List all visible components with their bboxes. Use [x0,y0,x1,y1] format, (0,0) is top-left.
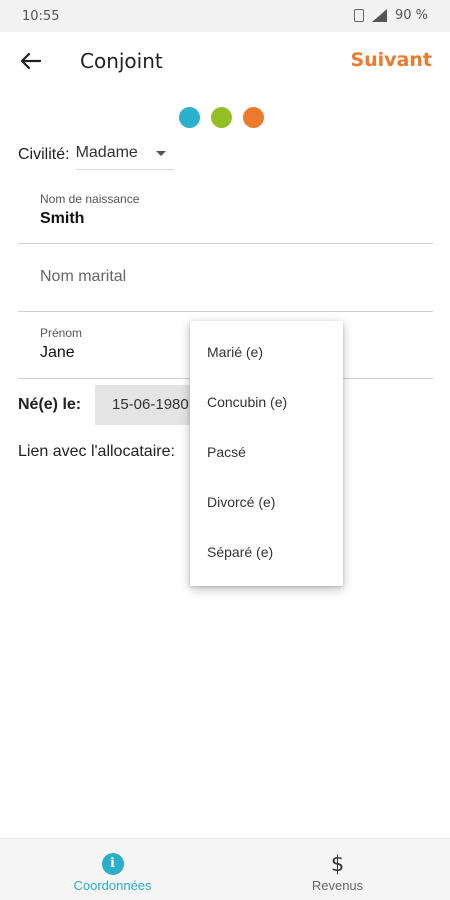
birth-name-field[interactable]: Nom de naissance Smith [18,180,433,244]
info-icon: i [101,853,124,875]
menu-item-pacs[interactable]: Pacsé [190,427,343,477]
birth-date-row: Né(e) le: 15-06-1980 [18,385,195,425]
battery-level: 90 % [394,8,428,23]
birth-date-label: Né(e) le: [18,396,82,413]
step-dot-2 [211,107,232,128]
birth-name-label: Nom de naissance [40,192,140,206]
civility-value: Madame [75,144,138,161]
dollar-icon: $ [330,852,345,876]
marital-name-placeholder: Nom marital [40,268,127,285]
relation-label: Lien avec l'allocataire: [18,443,175,460]
civility-label: Civilité: [18,146,70,163]
nav-item-coordonnees[interactable]: i Coordonnées [0,839,225,900]
page-title: Conjoint [80,49,163,73]
menu-item-divorced[interactable]: Divorcé (e) [190,477,343,527]
nav-item-revenus[interactable]: $ Revenus [225,839,450,900]
status-bar: 10:55 90 % [0,0,450,32]
marital-name-field[interactable]: Nom marital [18,244,433,312]
signal-icon [371,9,387,22]
status-time: 10:55 [22,9,60,24]
app-bar: Conjoint Suivant [0,32,450,88]
back-button[interactable] [14,44,48,78]
civility-select[interactable]: Madame [75,140,174,170]
step-dot-1 [179,107,200,128]
status-icons: 90 % [353,8,428,23]
bottom-nav: i Coordonnées $ Revenus [0,838,450,900]
first-name-label: Prénom [40,326,83,340]
menu-item-married[interactable]: Marié (e) [190,327,343,377]
arrow-left-icon [21,53,41,69]
birth-name-value: Smith [40,210,85,227]
step-dot-3 [243,107,264,128]
chevron-down-icon [155,151,166,156]
vibrate-icon [353,9,364,22]
birth-date-input[interactable]: 15-06-1980 [95,385,195,425]
first-name-value: Jane [40,344,75,361]
birth-date-value: 15-06-1980 [112,396,189,413]
step-indicator [179,107,264,128]
nav-label-revenus: Revenus [311,878,364,893]
relation-dropdown-menu: Marié (e) Concubin (e) Pacsé Divorcé (e)… [190,321,343,586]
menu-item-separated[interactable]: Séparé (e) [190,527,343,577]
next-button[interactable]: Suivant [350,49,432,71]
civility-row: Civilité: Madame [18,140,174,170]
nav-label-coordonnees: Coordonnées [73,878,152,893]
menu-item-cohabiting[interactable]: Concubin (e) [190,377,343,427]
